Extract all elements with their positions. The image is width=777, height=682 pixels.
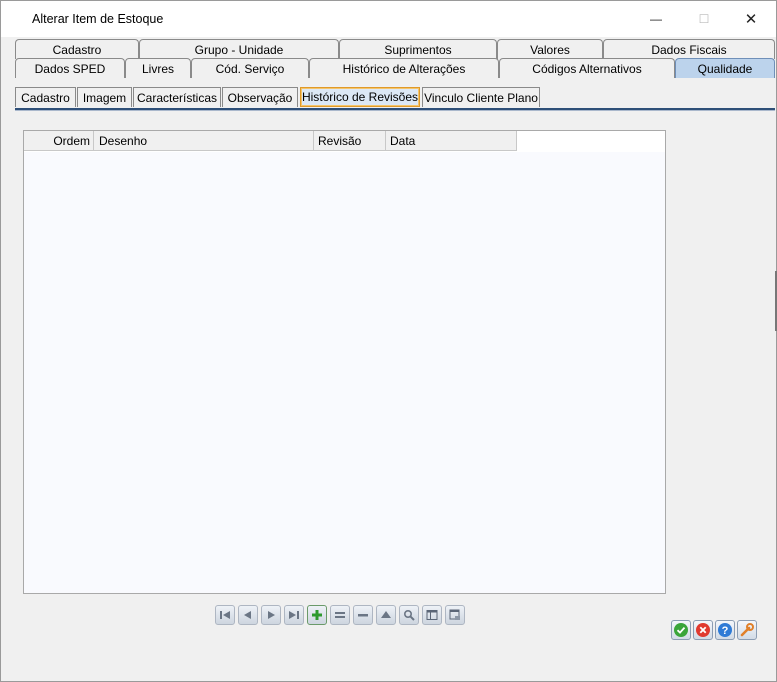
confirm-icon	[674, 623, 688, 637]
tab-cadastro[interactable]: Cadastro	[15, 39, 139, 59]
insert-record-button[interactable]	[307, 605, 327, 625]
help-icon: ?	[718, 623, 732, 637]
revisions-grid[interactable]: Ordem Desenho Revisão Data	[23, 130, 666, 594]
column-ordem[interactable]: Ordem	[24, 131, 94, 151]
column-desenho[interactable]: Desenho	[94, 131, 314, 151]
minimize-button[interactable]: —	[633, 1, 679, 37]
subtab-vinculo-cliente-plano[interactable]: Vinculo Cliente Plano	[422, 87, 540, 107]
minimize-icon: —	[650, 12, 662, 26]
first-record-button[interactable]	[215, 605, 235, 625]
search-button[interactable]	[399, 605, 419, 625]
window: Alterar Item de Estoque — ☐ ✕ Cadastro G…	[0, 0, 777, 682]
prior-record-button[interactable]	[238, 605, 258, 625]
next-icon	[268, 611, 275, 619]
post-icon	[381, 611, 391, 618]
grid-header: Ordem Desenho Revisão Data	[24, 131, 517, 151]
column-revisao[interactable]: Revisão	[314, 131, 386, 151]
close-button[interactable]: ✕	[728, 1, 774, 37]
close-icon: ✕	[744, 11, 758, 28]
tab-dados-sped[interactable]: Dados SPED	[15, 58, 125, 78]
grid-icon	[426, 610, 438, 620]
refresh-button[interactable]	[445, 605, 465, 625]
insert-icon	[312, 610, 322, 620]
subtab-observacao[interactable]: Observação	[222, 87, 298, 107]
tab-suprimentos[interactable]: Suprimentos	[339, 39, 497, 59]
title-bar: Alterar Item de Estoque — ☐ ✕	[1, 1, 776, 37]
tab-dados-fiscais[interactable]: Dados Fiscais	[603, 39, 775, 59]
tab-valores[interactable]: Valores	[497, 39, 603, 59]
subtab-cadastro[interactable]: Cadastro	[15, 87, 76, 107]
window-title: Alterar Item de Estoque	[32, 12, 164, 26]
cancel-icon	[696, 623, 710, 637]
grid-view-button[interactable]	[422, 605, 442, 625]
help-button[interactable]: ?	[715, 620, 735, 640]
last-icon	[289, 611, 299, 619]
search-icon	[403, 609, 415, 621]
tab-livres[interactable]: Livres	[125, 58, 191, 78]
sub-tabs: Cadastro Imagem Características Observaç…	[13, 87, 775, 111]
subtab-separator	[15, 108, 775, 111]
edit-icon	[335, 612, 345, 618]
column-data[interactable]: Data	[386, 131, 517, 151]
svg-text:?: ?	[722, 625, 729, 637]
tab-grupo-unidade[interactable]: Grupo - Unidade	[139, 39, 339, 59]
delete-icon	[358, 614, 368, 617]
subtab-historico-revisoes[interactable]: Histórico de Revisões	[300, 87, 420, 107]
tab-qualidade[interactable]: Qualidade	[675, 58, 775, 78]
maximize-icon: ☐	[698, 12, 710, 26]
tools-icon	[740, 623, 754, 637]
maximize-button[interactable]: ☐	[681, 1, 727, 37]
next-record-button[interactable]	[261, 605, 281, 625]
tab-codigos-alternativos[interactable]: Códigos Alternativos	[499, 58, 675, 78]
refresh-icon	[449, 609, 460, 620]
post-record-button[interactable]	[376, 605, 396, 625]
grid-body[interactable]	[24, 152, 665, 593]
subtab-imagem[interactable]: Imagem	[77, 87, 132, 107]
subtab-caracteristicas[interactable]: Características	[133, 87, 221, 107]
tools-button[interactable]	[737, 620, 757, 640]
confirm-button[interactable]	[671, 620, 691, 640]
edit-record-button[interactable]	[330, 605, 350, 625]
delete-record-button[interactable]	[353, 605, 373, 625]
cancel-button[interactable]	[693, 620, 713, 640]
tab-cod-servico[interactable]: Cód. Serviço	[191, 58, 309, 78]
first-icon	[220, 611, 230, 619]
prior-icon	[244, 611, 251, 619]
last-record-button[interactable]	[284, 605, 304, 625]
tab-historico-alteracoes[interactable]: Histórico de Alterações	[309, 58, 499, 78]
